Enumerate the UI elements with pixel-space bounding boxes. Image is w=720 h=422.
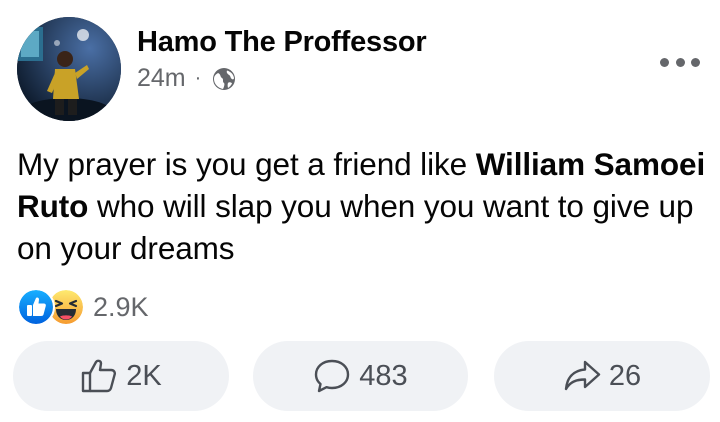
post-text-part: who will slap you when you want to give … <box>17 188 694 266</box>
author-name[interactable]: Hamo The Proffessor <box>137 26 427 59</box>
more-dots-icon <box>660 57 669 67</box>
comment-icon <box>315 359 350 393</box>
author-avatar[interactable] <box>17 17 121 121</box>
thumbs-up-icon <box>82 359 117 393</box>
more-options-button[interactable] <box>660 52 700 72</box>
reaction-count: 2.9K <box>93 291 149 322</box>
post-text-part: My prayer is you get a friend like <box>17 146 476 182</box>
post-meta: 24m · <box>137 64 236 93</box>
share-button[interactable]: 26 <box>494 341 710 411</box>
meta-separator: · <box>194 67 202 89</box>
globe-icon <box>212 67 236 91</box>
post-timestamp[interactable]: 24m <box>137 64 186 93</box>
post-text: My prayer is you get a friend like Willi… <box>17 143 707 269</box>
reactions-summary[interactable]: 2.9K <box>17 288 149 326</box>
post-card: Hamo The Proffessor 24m · My prayer is y… <box>0 0 720 422</box>
like-button[interactable]: 2K <box>13 341 229 411</box>
share-count: 26 <box>608 359 642 392</box>
share-arrow-icon <box>564 360 601 391</box>
comment-count: 483 <box>359 359 408 392</box>
like-count: 2K <box>126 359 162 392</box>
comment-button[interactable]: 483 <box>253 341 468 411</box>
like-icon <box>17 288 55 326</box>
